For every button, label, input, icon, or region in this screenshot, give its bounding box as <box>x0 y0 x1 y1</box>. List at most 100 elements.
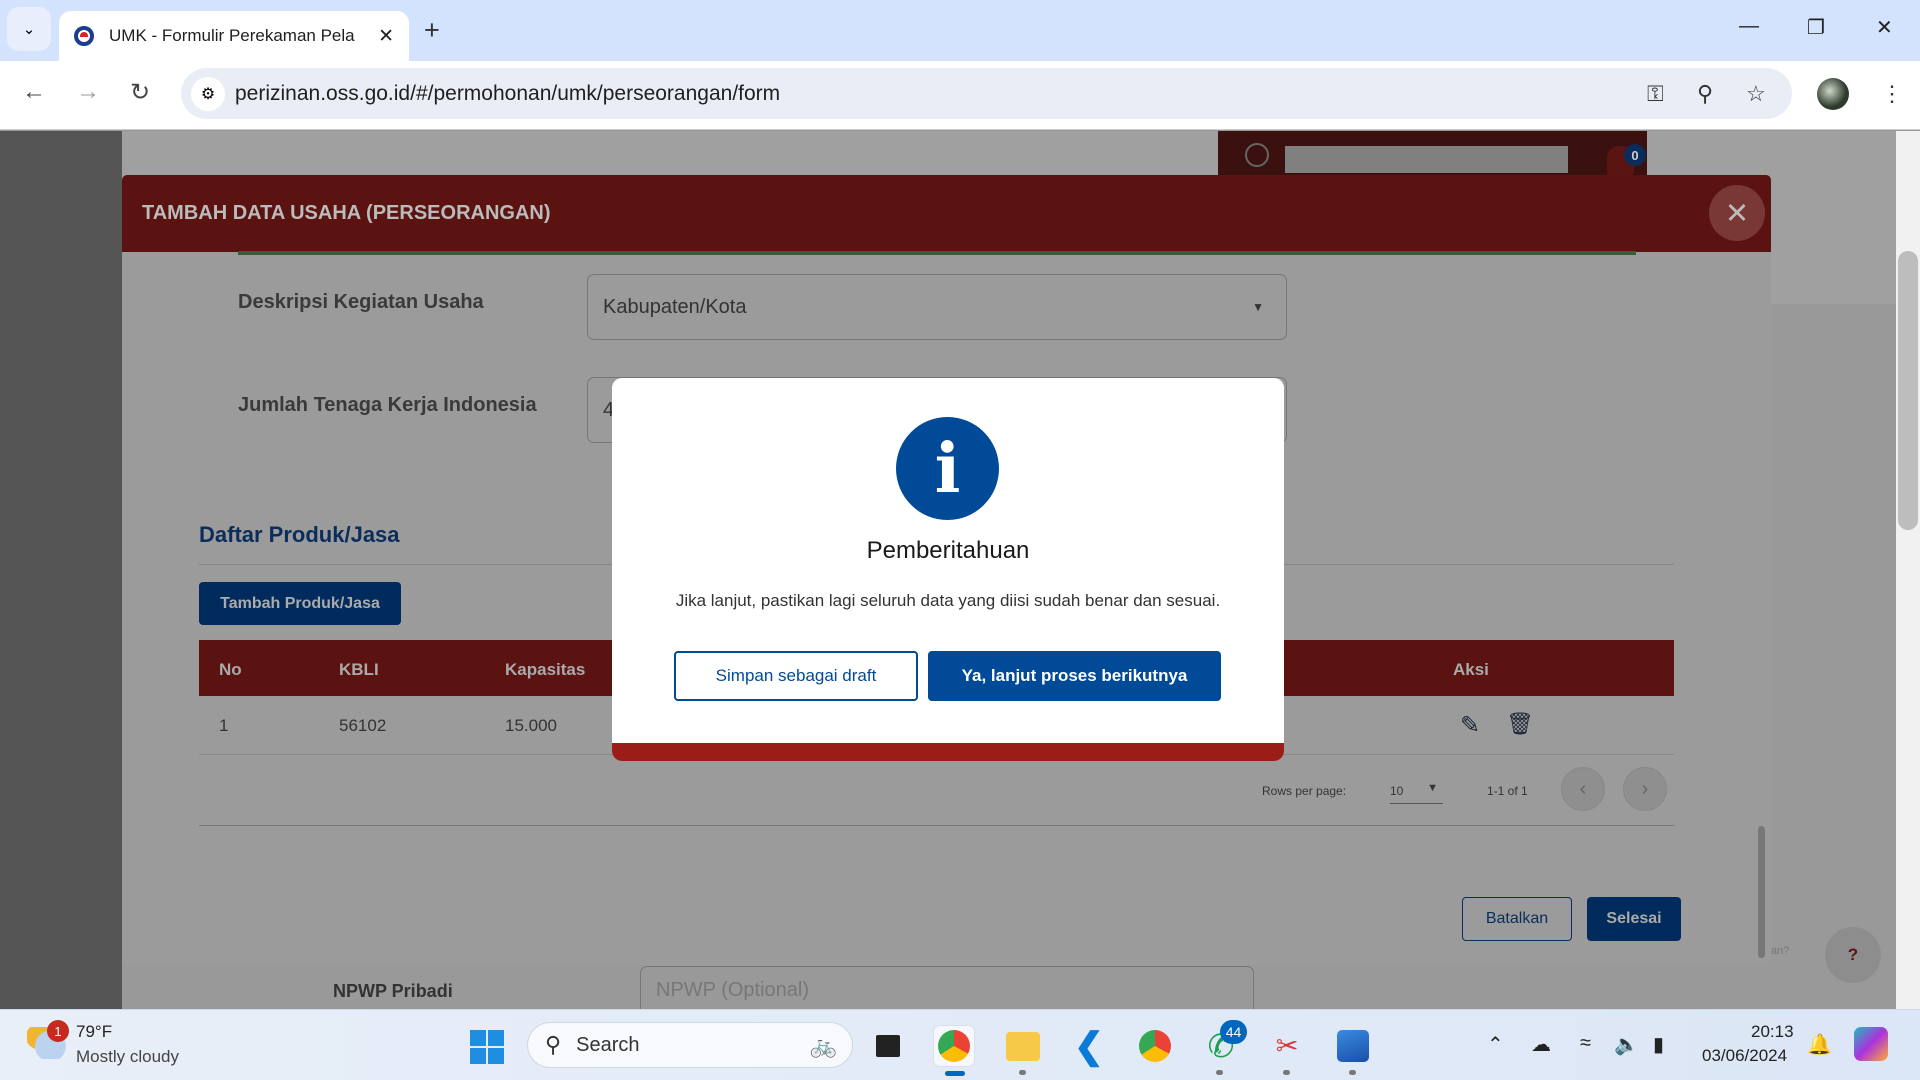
browser-toolbar: ← → ↻ perizinan.oss.go.id/#/permohonan/u… <box>0 61 1920 130</box>
volume-icon[interactable]: 🔈 <box>1614 1032 1639 1057</box>
npwp-input[interactable]: NPWP (Optional) <box>640 966 1254 1009</box>
task-view-icon[interactable] <box>867 1025 909 1067</box>
running-indicator <box>1349 1070 1356 1075</box>
chevron-down-icon: ⌄ <box>22 21 36 38</box>
modal-header: TAMBAH DATA USAHA (PERSEORANGAN) <box>122 175 1771 252</box>
field-label-tenaga-kerja: Jumlah Tenaga Kerja Indonesia <box>238 394 537 416</box>
tab-search-button[interactable]: ⌄ <box>7 7 51 51</box>
dropdown-arrow-icon: ▼ <box>1252 300 1264 314</box>
rows-per-page-select[interactable]: 10 ▼ <box>1390 777 1443 804</box>
running-indicator <box>1216 1070 1223 1075</box>
site-info-icon[interactable]: ⚙ <box>191 77 225 111</box>
address-bar[interactable]: perizinan.oss.go.id/#/permohonan/umk/per… <box>181 68 1792 119</box>
menu-icon[interactable]: ⋮ <box>1881 81 1903 107</box>
chevron-up-icon[interactable]: ⌃ <box>1487 1032 1504 1057</box>
minimize-button[interactable]: — <box>1739 15 1759 38</box>
notification-count: 0 <box>1624 144 1646 166</box>
copilot-icon[interactable] <box>1854 1027 1888 1061</box>
sidebar <box>0 131 122 1009</box>
zoom-icon[interactable]: ⚲ <box>1697 81 1713 107</box>
cell-no: 1 <box>219 716 229 735</box>
user-icon[interactable] <box>1245 143 1269 167</box>
field-label-deskripsi: Deskripsi Kegiatan Usaha <box>238 291 484 313</box>
restore-button[interactable]: ❐ <box>1807 15 1825 40</box>
modal-close-button[interactable]: ✕ <box>1709 185 1765 241</box>
help-button[interactable]: ? <box>1825 927 1881 983</box>
question-icon: ? <box>1847 945 1859 964</box>
rows-per-page-value: 10 <box>1390 784 1404 798</box>
whatsapp-badge: 44 <box>1220 1020 1247 1044</box>
dialog-footer-bar <box>612 743 1284 761</box>
weather-condition[interactable]: Mostly cloudy <box>76 1047 179 1067</box>
browser-tab[interactable]: UMK - Formulir Perekaman Pela ✕ <box>59 11 409 61</box>
taskbar: 1 79°F Mostly cloudy ⚲ Search 🚲 ❮ ✆ 44 ✂… <box>0 1009 1920 1080</box>
search-placeholder: Search <box>576 1033 640 1056</box>
running-indicator <box>1019 1070 1026 1075</box>
windows-start-icon[interactable] <box>470 1030 504 1064</box>
close-icon: ✕ <box>1724 197 1750 230</box>
weather-badge: 1 <box>47 1020 69 1042</box>
next-page-button[interactable]: › <box>1623 767 1667 811</box>
modal-scrollbar[interactable] <box>1758 826 1765 958</box>
cancel-button[interactable]: Batalkan <box>1462 897 1572 941</box>
temperature[interactable]: 79°F <box>76 1022 112 1042</box>
wifi-icon[interactable]: ≈ <box>1580 1032 1591 1055</box>
column-header: Aksi <box>1453 660 1489 679</box>
photos-icon[interactable] <box>1332 1025 1374 1067</box>
dropdown-arrow-icon: ▼ <box>1427 782 1438 794</box>
column-header: Kapasitas <box>505 660 586 679</box>
column-header: No <box>219 660 242 679</box>
select-value: Kabupaten/Kota <box>603 295 747 318</box>
page-range: 1-1 of 1 <box>1487 784 1528 798</box>
forward-button[interactable]: → <box>76 78 100 106</box>
scrollbar-thumb[interactable] <box>1898 251 1918 530</box>
dialog-message: Jika lanjut, pastikan lagi seluruh data … <box>675 591 1221 610</box>
close-window-button[interactable]: ✕ <box>1876 15 1893 40</box>
dialog-title: Pemberitahuan <box>866 537 1030 564</box>
column-header: KBLI <box>339 660 379 679</box>
help-hint: an? <box>1771 945 1790 957</box>
add-product-button[interactable]: Tambah Produk/Jasa <box>199 582 401 625</box>
password-key-icon[interactable]: ⚿ <box>1647 81 1664 107</box>
onedrive-cloud-icon[interactable]: ☁ <box>1531 1032 1551 1057</box>
snipping-tool-icon[interactable]: ✂ <box>1266 1025 1308 1067</box>
edit-pencil-icon[interactable]: ✎ <box>1460 711 1480 740</box>
delete-trash-icon[interactable]: 🗑 <box>1506 711 1534 737</box>
info-icon: i <box>896 417 999 520</box>
user-bar <box>1218 131 1647 175</box>
bicycle-icon: 🚲 <box>809 1033 837 1058</box>
tab-strip: ⌄ UMK - Formulir Perekaman Pela ✕ + — ❐ … <box>0 0 1920 61</box>
section-title: Daftar Produk/Jasa <box>199 522 400 547</box>
battery-icon[interactable]: ▮ <box>1653 1032 1664 1057</box>
bookmark-star-icon[interactable]: ☆ <box>1746 81 1766 107</box>
save-draft-button[interactable]: Simpan sebagai draft <box>674 651 918 701</box>
npwp-label: NPWP Pribadi <box>333 981 453 1001</box>
running-indicator <box>1283 1070 1290 1075</box>
user-name-field <box>1285 146 1568 173</box>
cell-kapasitas: 15.000 <box>505 716 557 735</box>
back-button[interactable]: ← <box>22 78 46 106</box>
cell-kbli: 56102 <box>339 716 387 735</box>
notification-bell-icon[interactable]: 🔔 <box>1807 1032 1832 1057</box>
pagination: Rows per page: 10 ▼ 1-1 of 1 ‹ › <box>199 755 1674 826</box>
continue-button[interactable]: Ya, lanjut proses berikutnya <box>928 651 1221 701</box>
url-text: perizinan.oss.go.id/#/permohonan/umk/per… <box>235 81 781 105</box>
finish-button[interactable]: Selesai <box>1587 897 1681 941</box>
tab-title: UMK - Formulir Perekaman Pela <box>109 26 355 45</box>
vscode-icon[interactable]: ❮ <box>1068 1025 1110 1067</box>
new-tab-button[interactable]: + <box>424 15 440 46</box>
file-explorer-icon[interactable] <box>1002 1025 1044 1067</box>
chrome-profile-icon[interactable] <box>1134 1025 1176 1067</box>
taskbar-search[interactable]: ⚲ Search 🚲 <box>527 1022 853 1068</box>
rows-per-page-label: Rows per page: <box>1262 784 1347 798</box>
clock-date[interactable]: 03/06/2024 <box>1702 1046 1787 1066</box>
chrome-icon[interactable] <box>933 1025 975 1067</box>
confirmation-dialog: i Pemberitahuan Jika lanjut, pastikan la… <box>612 378 1284 761</box>
close-tab-icon[interactable]: ✕ <box>378 25 394 48</box>
clock-time[interactable]: 20:13 <box>1751 1022 1794 1042</box>
prev-page-button[interactable]: ‹ <box>1561 767 1605 811</box>
progress-line <box>238 251 1636 255</box>
reload-button[interactable]: ↻ <box>130 78 150 107</box>
profile-avatar[interactable] <box>1817 78 1849 110</box>
deskripsi-select[interactable]: Kabupaten/Kota ▼ <box>587 274 1287 340</box>
